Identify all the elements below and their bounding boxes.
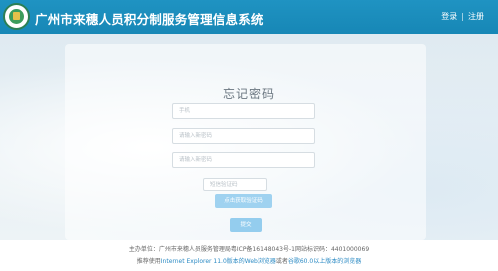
app-title: 广州市来穗人员积分制服务管理信息系统 — [35, 12, 264, 27]
sms-code-input[interactable] — [203, 178, 267, 191]
footer-prefix: 推荐使用 — [136, 258, 161, 265]
chrome-browser-link[interactable]: 谷歌60.0以上版本的浏览器 — [288, 258, 361, 265]
footer: 主办单位：广州市来穗人员服务管理局粤ICP备16148043号-1网站标识码：4… — [0, 240, 498, 271]
login-link[interactable]: 登录 — [441, 12, 457, 21]
ie-browser-link[interactable]: Internet Explorer 11.0版本的Web浏览器 — [161, 258, 276, 265]
footer-sponsor-line: 主办单位：广州市来穗人员服务管理局粤ICP备16148043号-1网站标识码：4… — [128, 246, 370, 253]
header-links: 登录 | 注册 — [441, 11, 484, 22]
register-link[interactable]: 注册 — [468, 12, 484, 21]
new-password-input[interactable] — [172, 128, 315, 144]
get-code-button[interactable]: 点击获取验证码 — [215, 194, 272, 208]
top-header: 广州市来穗人员积分制服务管理信息系统 登录 | 注册 — [0, 0, 498, 34]
confirm-password-input[interactable] — [172, 152, 315, 168]
phone-input[interactable] — [172, 103, 315, 119]
submit-button[interactable]: 提交 — [230, 218, 262, 232]
form-title: 忘记密码 — [222, 87, 275, 101]
system-logo-icon — [3, 3, 30, 30]
footer-mid: 或者 — [275, 258, 288, 265]
footer-browser-line: 推荐使用Internet Explorer 11.0版本的Web浏览器或者谷歌6… — [0, 256, 498, 265]
header-separator: | — [461, 12, 464, 21]
